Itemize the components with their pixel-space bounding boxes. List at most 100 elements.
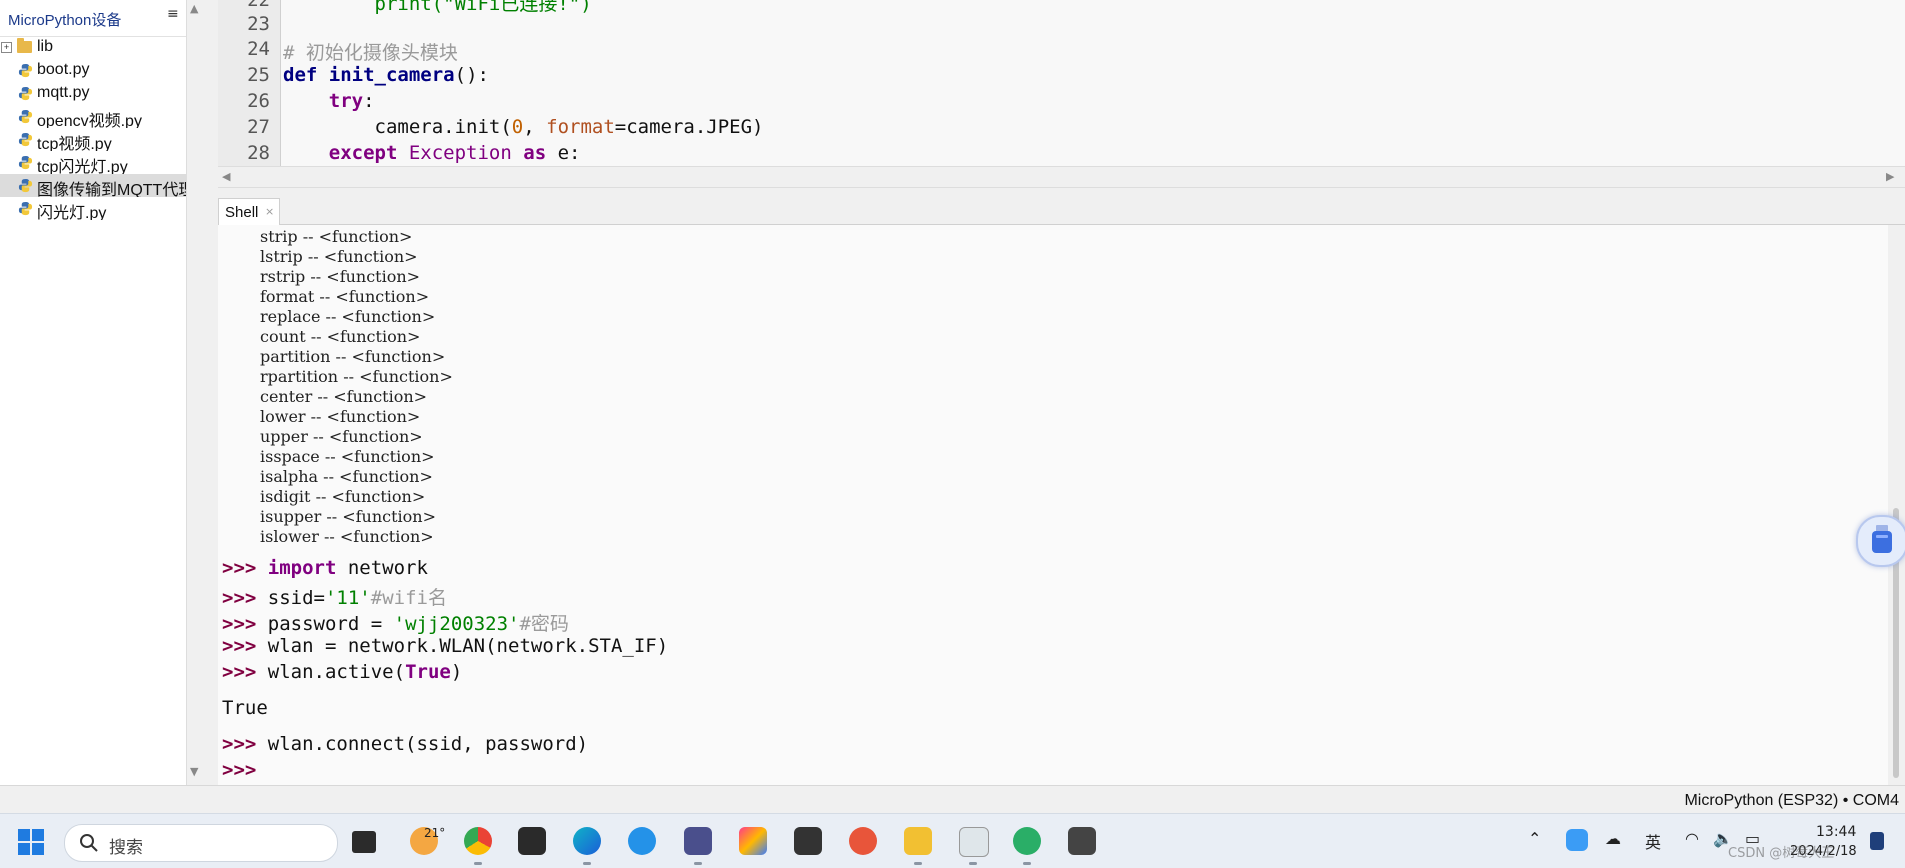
line-number: 27 (247, 116, 270, 138)
shell-prompt: >>> (222, 587, 257, 609)
shell-command-line: >>> wlan = network.WLAN(network.STA_IF) (222, 635, 668, 657)
python-file-icon (18, 86, 33, 101)
usb-assistant-floating-button[interactable] (1856, 515, 1905, 567)
clock-time[interactable]: 13:44 (1816, 824, 1856, 840)
scroll-up-icon[interactable]: ▲ (190, 2, 198, 15)
shell-prompt: >>> (222, 661, 257, 683)
python-file-icon (18, 132, 33, 147)
shell-output-line: rstrip -- <function> (260, 267, 421, 286)
shell-output-line: strip -- <function> (260, 227, 413, 246)
shell-command-line: >>> import network (222, 557, 428, 579)
code-text: ssid= (267, 587, 325, 609)
code-text: wlan.active( (267, 661, 406, 683)
code-text: network (336, 557, 428, 579)
code-line: # 初始化摄像头模块 (283, 42, 458, 64)
shell-output-line: islower -- <function> (260, 527, 434, 546)
code-text: ) (450, 661, 463, 683)
windows-taskbar: 搜索 21° ⌃ ☁ 英 ◠ 🔈 ▭ 13:44 2024/2/18 CSDN … (0, 813, 1905, 868)
python-file-icon (18, 201, 33, 216)
chevron-up-icon[interactable]: ⌃ (1528, 829, 1541, 848)
shell-prompt: >>> (222, 733, 257, 755)
file-explorer-icon[interactable] (904, 827, 932, 855)
line-number: 28 (247, 142, 270, 164)
expand-icon[interactable]: + (1, 42, 12, 53)
tree-item-label: opencv视频.py (37, 113, 142, 128)
chrome-icon[interactable] (464, 827, 492, 855)
shell-output-line: format -- <function> (260, 287, 430, 306)
edge-icon[interactable] (573, 827, 601, 855)
shell-console[interactable]: strip -- <function> lstrip -- <function>… (218, 225, 1888, 785)
file-pane-title: MicroPython设备 (8, 12, 122, 29)
scroll-down-icon[interactable]: ▼ (190, 765, 198, 778)
shell-command-line: >>> wlan.connect(ssid, password) (222, 733, 588, 755)
shell-command-line: >>> password = 'wjj200323'#密码 (222, 609, 569, 636)
code-line: except Exception as e: (328, 142, 581, 164)
comment: #wifi名 (370, 587, 447, 609)
shell-vertical-scrollbar[interactable] (1888, 225, 1905, 785)
weather-temp: 21° (424, 826, 446, 840)
line-number: 23 (247, 13, 270, 35)
comment: #密码 (519, 613, 569, 635)
jetbrains-icon[interactable] (739, 827, 767, 855)
thonny-window-icon[interactable] (959, 827, 989, 857)
code-editor[interactable]: 22 23 24 25 26 27 28 print("WiFi已连接!") #… (218, 0, 1905, 166)
notification-icon[interactable] (1870, 832, 1884, 850)
task-view-icon[interactable] (352, 831, 376, 853)
scroll-right-icon[interactable]: ▶ (1886, 170, 1894, 183)
windows-start-icon[interactable] (17, 828, 45, 856)
shell-prompt: >>> (222, 557, 257, 579)
tree-item-label: boot.py (37, 61, 90, 78)
running-indicator (583, 862, 591, 865)
tree-item-label: mqtt.py (37, 84, 90, 101)
interpreter-status[interactable]: MicroPython (ESP32) • COM4 (1684, 792, 1899, 810)
terminal-icon[interactable] (794, 827, 822, 855)
file-pane-scrollbar[interactable]: ▲ ▼ (186, 0, 205, 785)
tree-item-file[interactable]: opencv视频.py (0, 105, 186, 128)
ie-icon[interactable] (628, 827, 656, 855)
code-text: wlan.connect(ssid, password) (267, 733, 589, 755)
code-text: password = (267, 613, 394, 635)
ime-indicator[interactable]: 英 (1645, 829, 1661, 853)
keyword: True (405, 661, 451, 683)
tree-item-file[interactable]: tcp视频.py (0, 128, 186, 151)
app-swirl-icon[interactable] (849, 827, 877, 855)
menu-icon[interactable]: ≡ (167, 6, 179, 22)
tray-app-icon[interactable] (1566, 829, 1588, 851)
shell-command-line: >>> wlan.active(True) (222, 661, 462, 683)
watermark: CSDN @树莓大王 (1728, 846, 1835, 861)
running-indicator (474, 862, 482, 865)
python-file-icon (18, 109, 33, 124)
tree-item-file[interactable]: 闪光灯.py (0, 197, 186, 220)
tree-item-file[interactable]: mqtt.py (0, 82, 186, 105)
close-icon[interactable]: × (265, 205, 274, 218)
tree-item-file-selected[interactable]: 图像传输到MQTT代理 (0, 174, 186, 197)
tree-item-folder[interactable]: + lib (0, 36, 186, 59)
line-number-gutter: 22 23 24 25 26 27 28 (218, 0, 281, 166)
onedrive-icon[interactable]: ☁ (1605, 829, 1621, 848)
app-cube-icon[interactable] (518, 827, 546, 855)
shell-prompt: >>> (222, 635, 257, 657)
editor-horizontal-scrollbar[interactable]: ◀ ▶ (218, 166, 1905, 188)
search-icon (80, 834, 98, 852)
tab-shell[interactable]: Shell × (218, 198, 280, 225)
string-literal: 'wjj200323' (393, 613, 520, 635)
scroll-left-icon[interactable]: ◀ (222, 170, 230, 183)
python-file-icon (18, 178, 33, 193)
tree-item-file[interactable]: boot.py (0, 59, 186, 82)
shell-output-line: lower -- <function> (260, 407, 421, 426)
shell-prompt: >>> (222, 613, 257, 635)
wifi-icon[interactable]: ◠ (1685, 829, 1699, 848)
wechat-icon[interactable] (1013, 827, 1041, 855)
string-literal: '11' (324, 587, 371, 609)
shell-command-line: >>> ssid='11'#wifi名 (222, 583, 447, 610)
typora-icon[interactable] (1068, 827, 1096, 855)
status-bar: MicroPython (ESP32) • COM4 (0, 785, 1905, 814)
shell-input-line[interactable]: >>> (222, 759, 256, 781)
taskbar-search[interactable]: 搜索 (64, 824, 338, 862)
cat-app-icon[interactable] (684, 827, 712, 855)
shell-output-line: isalpha -- <function> (260, 467, 433, 486)
shell-output-line: isspace -- <function> (260, 447, 435, 466)
line-number: 24 (247, 38, 270, 60)
shell-output-line: isdigit -- <function> (260, 487, 426, 506)
tree-item-file[interactable]: tcp闪光灯.py (0, 151, 186, 174)
